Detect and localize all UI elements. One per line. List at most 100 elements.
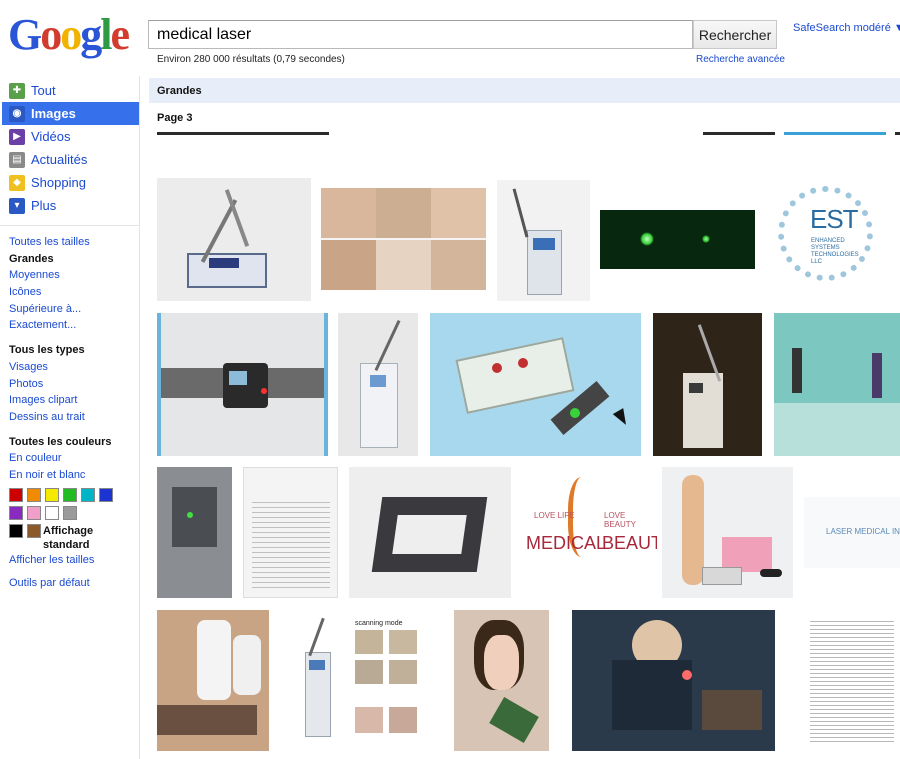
sidebar-divider <box>0 225 140 226</box>
image-result-woman-face[interactable] <box>454 610 549 751</box>
affichage-row: Affichage standard <box>9 523 139 552</box>
search-button[interactable]: Rechercher <box>693 20 777 49</box>
logo-letter: o <box>60 10 82 59</box>
all-icon: ✚ <box>9 82 25 99</box>
color-filter-all[interactable]: Toutes les couleurs <box>9 434 139 451</box>
color-swatch[interactable] <box>27 523 41 538</box>
image-result-lab-equipment[interactable] <box>157 467 232 598</box>
beauty-text: BEAUTY <box>602 533 657 553</box>
google-logo[interactable]: Google <box>8 10 132 60</box>
color-filters: Toutes les couleurs En couleur En noir et… <box>0 434 139 592</box>
nav-item-label: Actualités <box>31 152 88 167</box>
image-result-green-laser[interactable] <box>600 210 755 269</box>
videos-icon: ▶ <box>9 128 25 145</box>
color-swatch[interactable] <box>9 505 23 520</box>
image-result-document[interactable] <box>243 467 338 598</box>
type-filter-all[interactable]: Tous les types <box>9 342 139 359</box>
more-icon: ▾ <box>9 197 25 214</box>
color-swatch-row <box>9 523 41 538</box>
nav-item-plus[interactable]: ▾ Plus <box>0 194 139 217</box>
size-band: Grandes <box>149 78 900 103</box>
color-swatch[interactable] <box>9 523 23 538</box>
color-swatch[interactable] <box>45 505 59 520</box>
thumb-strip <box>157 132 329 135</box>
type-filter[interactable]: Visages <box>9 359 139 376</box>
est-subtitle: ENHANCED SYSTEMS TECHNOLOGIES LLC <box>811 238 859 265</box>
search-input[interactable] <box>148 20 694 49</box>
laser-medical-text: LASER MEDICAL INST <box>826 527 900 536</box>
nav-item-vidéos[interactable]: ▶ Vidéos <box>0 125 139 148</box>
image-result-scanning-mode[interactable]: scanning mode <box>285 612 431 751</box>
image-result-laser-machine[interactable] <box>157 178 311 301</box>
nav-item-actualités[interactable]: ▤ Actualités <box>0 148 139 171</box>
size-filter[interactable]: Grandes <box>9 251 139 268</box>
shopping-icon: ◆ <box>9 174 25 191</box>
size-filter[interactable]: Toutes les tailles <box>9 234 139 251</box>
logo-letter: o <box>40 10 62 59</box>
safesearch-dropdown[interactable]: SafeSearch modéré ▼ <box>793 22 900 34</box>
type-filter[interactable]: Dessins au trait <box>9 409 139 426</box>
color-swatch[interactable] <box>27 487 41 502</box>
logo-letter: g <box>80 10 102 59</box>
color-filter[interactable]: En couleur <box>9 450 139 467</box>
image-result-treatment-room[interactable] <box>157 610 269 751</box>
nav-item-label: Images <box>31 106 76 121</box>
thumb-strip <box>703 132 775 135</box>
results-count: Environ 280 000 résultats (0,79 secondes… <box>157 54 345 65</box>
advanced-search-link[interactable]: Recherche avancée <box>696 54 785 65</box>
color-swatch[interactable] <box>27 505 41 520</box>
color-swatch[interactable] <box>63 505 77 520</box>
size-filter[interactable]: Moyennes <box>9 267 139 284</box>
nav-item-label: Vidéos <box>31 129 71 144</box>
medical-text: MEDICAL <box>526 533 607 553</box>
image-result-laser-device[interactable] <box>497 180 590 301</box>
nav-item-label: Shopping <box>31 175 86 190</box>
est-title: EST <box>810 204 859 234</box>
images-icon: ◉ <box>9 105 25 122</box>
image-result-handpiece[interactable] <box>430 313 641 456</box>
nav-item-tout[interactable]: ✚ Tout <box>0 79 139 102</box>
scanning-mode-text: scanning mode <box>355 620 403 627</box>
color-swatches <box>9 487 139 520</box>
image-result-surgery[interactable] <box>572 610 775 751</box>
love-beauty-text: LOVE BEAUTY <box>604 511 637 529</box>
nav-item-label: Plus <box>31 198 57 213</box>
image-result-collage[interactable] <box>321 188 486 290</box>
size-filter[interactable]: Icônes <box>9 284 139 301</box>
color-filter[interactable]: En noir et blanc <box>9 467 139 484</box>
search-bar: Rechercher <box>148 20 777 49</box>
image-result-illustration[interactable] <box>774 313 900 456</box>
image-result-bracket[interactable] <box>349 467 511 598</box>
image-result-text-document[interactable] <box>804 610 900 751</box>
logo-letter: e <box>110 10 129 59</box>
nav-item-images[interactable]: ◉ Images <box>2 102 139 125</box>
size-filters: Toutes les tailles Grandes Moyennes Icônes S… <box>0 234 139 334</box>
color-swatch[interactable] <box>63 487 77 502</box>
type-filter[interactable]: Images clipart <box>9 392 139 409</box>
image-result-body-model[interactable] <box>662 467 793 598</box>
color-swatch[interactable] <box>99 487 113 502</box>
type-filters: Tous les types Visages Photos Images clipa… <box>0 342 139 425</box>
love-life-text: LOVE LIFE <box>534 511 575 520</box>
size-filter[interactable]: Supérieure à... <box>9 301 139 318</box>
news-icon: ▤ <box>9 151 25 168</box>
affichage-standard[interactable]: Affichage standard <box>43 524 139 552</box>
color-swatch[interactable] <box>45 487 59 502</box>
sidebar: ✚ Tout ◉ Images ▶ Vidéos ▤ Actualités ◆ Shopping ▾… <box>0 76 140 759</box>
image-result-laser-tower[interactable] <box>338 313 418 456</box>
logo-letter: l <box>100 10 112 59</box>
default-tools-link[interactable]: Outils par défaut <box>9 575 139 592</box>
image-result-laser-room[interactable] <box>653 313 762 456</box>
type-filter[interactable]: Photos <box>9 376 139 393</box>
image-result-medical-beauty[interactable]: LOVE LIFE LOVE BEAUTY MEDICAL BEAUTY <box>520 467 657 598</box>
size-filter[interactable]: Exactement... <box>9 317 139 334</box>
image-result-est-logo[interactable]: EST ENHANCED SYSTEMS TECHNOLOGIES LLC <box>768 180 884 292</box>
color-swatch[interactable] <box>81 487 95 502</box>
show-sizes-link[interactable]: Afficher les tailles <box>9 552 139 569</box>
logo-letter: G <box>8 10 42 59</box>
nav-item-shopping[interactable]: ◆ Shopping <box>0 171 139 194</box>
page-label: Page 3 <box>157 112 193 124</box>
image-result-laser-medical-inst[interactable]: LASER MEDICAL INST <box>804 497 900 568</box>
image-result-wrist-device[interactable] <box>157 313 328 456</box>
color-swatch[interactable] <box>9 487 23 502</box>
